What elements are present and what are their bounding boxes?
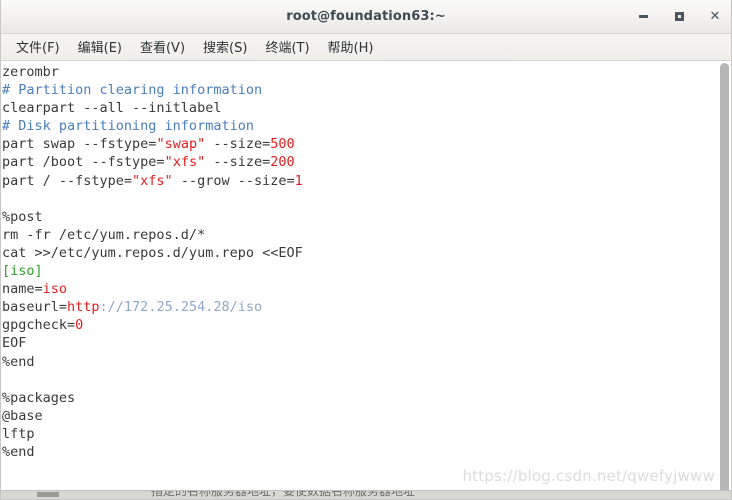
terminal-text-segment: EOF: [2, 335, 27, 352]
terminal-text-segment: iso: [42, 281, 68, 298]
terminal-text-segment: %packages: [2, 389, 76, 406]
terminal-text-segment: clearpart --all --initlabel: [2, 100, 222, 117]
terminal-area[interactable]: zerombr # Partition clearing information c…: [1, 61, 731, 499]
close-icon: ✕: [709, 8, 721, 24]
terminal-text-segment: ://172.25.254.28/iso: [99, 299, 263, 316]
minimize-icon: [638, 15, 648, 18]
terminal-line: %end: [2, 443, 303, 461]
terminal-text-segment: zerombr: [2, 64, 59, 80]
menu-item-terminal[interactable]: 终端(T): [256, 35, 318, 59]
terminal-text-segment: %post: [2, 208, 43, 225]
terminal-line: EOF: [2, 334, 303, 352]
maximize-icon: [674, 12, 684, 21]
terminal-text-segment: lftp: [2, 425, 35, 442]
close-button[interactable]: ✕: [707, 9, 723, 25]
terminal-text-segment: %end: [2, 443, 35, 460]
terminal-line: part /boot --fstype="xfs" --size=200: [2, 153, 303, 171]
terminal-line: zerombr: [2, 63, 303, 81]
terminal-line: rm -fr /etc/yum.repos.d/*: [2, 226, 303, 244]
terminal-text-segment: http: [67, 299, 100, 316]
terminal-line: cat >>/etc/yum.repos.d/yum.repo <<EOF: [2, 244, 303, 262]
terminal-line: %packages: [2, 389, 303, 407]
terminal-line: @base: [2, 407, 303, 425]
scrollbar-thumb[interactable]: [720, 63, 729, 497]
window-title: root@foundation63:~: [286, 9, 446, 24]
terminal-line: gpgcheck=0: [2, 316, 303, 334]
terminal-window: root@foundation63:~ ✕ 文件(F) 编辑(E) 查看(V) …: [0, 0, 732, 500]
menu-item-file[interactable]: 文件(F): [7, 35, 69, 59]
terminal-text-segment: gpgcheck=: [2, 317, 76, 334]
taskbar-ghost-text: 指定的名称服务器地址，要使数据名称服务器地址: [151, 490, 416, 498]
terminal-text-segment: # Disk partitioning information: [2, 118, 254, 135]
terminal-text-segment: [iso]: [2, 263, 43, 280]
menu-item-help[interactable]: 帮助(H): [319, 35, 383, 59]
terminal-text-segment: part / --fstype=: [2, 172, 133, 189]
terminal-text-segment: 0: [75, 317, 84, 334]
terminal-viewport[interactable]: zerombr # Partition clearing information c…: [1, 61, 717, 499]
terminal-text-segment: part swap --fstype=: [2, 136, 157, 153]
terminal-text-segment: 200: [270, 154, 295, 171]
terminal-scrollbar[interactable]: [717, 61, 731, 499]
terminal-text-segment: cat >>/etc/yum.repos.d/yum.repo <<EOF: [2, 244, 303, 261]
minimize-button[interactable]: [635, 9, 651, 25]
terminal-output[interactable]: zerombr # Partition clearing information c…: [1, 61, 303, 499]
terminal-text-segment: --size=: [205, 154, 271, 171]
terminal-text-segment: rm -fr /etc/yum.repos.d/*: [2, 226, 206, 243]
terminal-text-segment: baseurl=: [2, 299, 68, 316]
terminal-line: [iso]: [2, 262, 303, 280]
terminal-line: clearpart --all --initlabel: [2, 99, 303, 117]
terminal-line: name=iso: [2, 280, 303, 298]
maximize-button[interactable]: [671, 9, 687, 25]
terminal-line: # Partition clearing information: [2, 81, 303, 99]
title-bar[interactable]: root@foundation63:~ ✕: [1, 0, 731, 34]
menu-bar: 文件(F) 编辑(E) 查看(V) 搜索(S) 终端(T) 帮助(H): [1, 34, 731, 61]
terminal-line: %end: [2, 353, 303, 371]
terminal-text-segment: part /boot --fstype=: [2, 154, 165, 171]
terminal-line: lftp: [2, 425, 303, 443]
terminal-line: %post: [2, 208, 303, 226]
terminal-text-segment: "xfs": [164, 154, 206, 171]
terminal-text-segment: 500: [270, 136, 295, 153]
terminal-text-segment: "xfs": [132, 172, 173, 189]
terminal-text-segment: --size=: [205, 136, 271, 153]
terminal-line: part / --fstype="xfs" --grow --size=1: [2, 172, 303, 190]
terminal-text-segment: --grow --size=: [172, 172, 295, 189]
terminal-text-segment: # Partition clearing information: [2, 82, 263, 99]
terminal-text-segment: name=: [2, 281, 43, 298]
terminal-text-segment: "swap": [156, 136, 206, 153]
terminal-text-segment: 1: [294, 172, 303, 189]
terminal-line: # Disk partitioning information: [2, 117, 303, 135]
terminal-text-segment: %end: [2, 353, 35, 370]
terminal-line: part swap --fstype="swap" --size=500: [2, 135, 303, 153]
terminal-text-segment: @base: [2, 407, 43, 424]
taskbar-sliver: 指定的名称服务器地址，要使数据名称服务器地址: [1, 490, 731, 499]
menu-item-view[interactable]: 查看(V): [131, 35, 194, 59]
taskbar-chip: [37, 492, 59, 497]
menu-item-search[interactable]: 搜索(S): [194, 35, 256, 59]
window-controls: ✕: [635, 0, 723, 33]
menu-item-edit[interactable]: 编辑(E): [69, 35, 131, 59]
terminal-line: baseurl=http://172.25.254.28/iso: [2, 298, 303, 316]
